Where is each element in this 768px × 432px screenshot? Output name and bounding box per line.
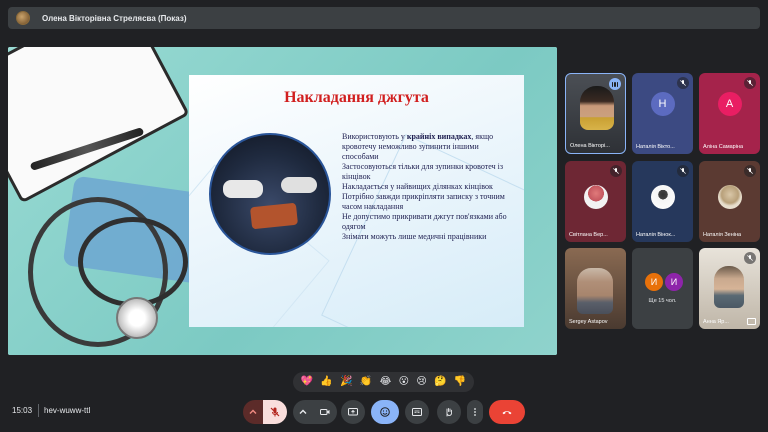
hand-icon: [446, 408, 452, 417]
speaking-indicator-icon: [609, 78, 621, 90]
reaction-thumbs-up[interactable]: 👍: [320, 377, 332, 387]
mic-off-icon: [744, 252, 756, 264]
photo-glove: [223, 180, 263, 198]
stethoscope-tube-2: [78, 217, 188, 307]
present-screen-icon: [348, 408, 358, 416]
reactions-button[interactable]: [371, 400, 399, 424]
leave-call-button[interactable]: [489, 400, 525, 424]
participant-avatar: [650, 184, 675, 209]
participant-video: [580, 86, 614, 130]
slide-body: Використовують у крайніх випадках, якщо …: [342, 132, 514, 242]
slide-photo: [209, 133, 331, 255]
presentation-slide: Накладання джгута Використовують у крайн…: [189, 75, 524, 327]
reaction-laugh[interactable]: 😂: [380, 377, 392, 387]
mic-toggle-button[interactable]: [263, 400, 287, 424]
more-vert-icon: [474, 408, 476, 416]
reaction-thinking[interactable]: 🤔: [434, 377, 446, 387]
meeting-time: 15:03: [12, 406, 33, 415]
more-participants-label: Ще 15 чол.: [648, 298, 677, 304]
participant-video: [714, 266, 744, 308]
pip-icon[interactable]: [747, 318, 756, 325]
participant-name: Аліна Самаріна: [703, 144, 744, 150]
present-button[interactable]: [341, 400, 365, 424]
participant-avatar: И: [665, 273, 683, 291]
participant-tile[interactable]: Олена Вікторі...: [565, 73, 626, 154]
participant-name: Наталія Зеніна: [703, 232, 742, 238]
participant-avatar: A: [717, 91, 742, 116]
phone-hangup-icon: [502, 411, 512, 415]
participant-tile[interactable]: Анна Яр...: [699, 248, 760, 329]
participant-avatar: [717, 184, 742, 209]
slide-title: Накладання джгута: [284, 89, 429, 106]
participant-tile[interactable]: Наталія Зеніна: [699, 161, 760, 242]
participant-tile[interactable]: H Наталія Вікто...: [632, 73, 693, 154]
camera-icon: [320, 409, 330, 415]
participant-tile[interactable]: Світлана Вер...: [565, 161, 626, 242]
mic-off-icon: [677, 77, 689, 89]
mic-off-icon: [610, 165, 622, 177]
participant-avatar: H: [650, 91, 675, 116]
reaction-surprised[interactable]: 😮: [399, 377, 409, 387]
participant-avatar: [583, 184, 608, 209]
reaction-party[interactable]: 🎉: [340, 377, 352, 387]
participant-avatar: И: [645, 273, 663, 291]
participant-tile[interactable]: A Аліна Самаріна: [699, 73, 760, 154]
slide-line: Знімати можуть лише медичні працівники: [342, 232, 487, 241]
participant-name: Олена Вікторі...: [570, 143, 610, 149]
photo-tourniquet: [249, 202, 299, 230]
shared-screen[interactable]: Накладання джгута Використовують у крайн…: [8, 47, 557, 355]
participant-name: Sergey Astapov: [569, 319, 608, 325]
slide-line: Застосовуються тільки для зупинки кровот…: [342, 162, 504, 181]
participant-name: Анна Яр...: [703, 319, 729, 325]
more-options-button[interactable]: [467, 400, 483, 424]
chevron-up-icon: [299, 409, 307, 414]
footer-divider: [38, 404, 39, 417]
captions-button[interactable]: [405, 400, 429, 424]
reactions-bar: 💖 👍 🎉 👏 😂 😮 😢 🤔 👎: [293, 372, 474, 392]
presenter-bar: Олена Вікторівна Стрелясва (Показ): [8, 7, 760, 29]
mic-off-icon: [744, 77, 756, 89]
reaction-thumbs-down[interactable]: 👎: [454, 377, 466, 387]
video-options-button[interactable]: [293, 400, 313, 424]
more-participants-tile[interactable]: И И Ще 15 чол.: [632, 248, 693, 329]
presenter-name: Олена Вікторівна Стрелясва (Показ): [42, 13, 187, 23]
reaction-sad[interactable]: 😢: [416, 377, 426, 387]
chevron-up-icon: [249, 409, 257, 414]
emoji-icon: [380, 407, 390, 417]
participant-tile[interactable]: Наталія Вінок...: [632, 161, 693, 242]
participant-name: Наталія Вінок...: [636, 232, 676, 238]
presenter-avatar: [16, 11, 30, 25]
reaction-heart[interactable]: 💖: [301, 377, 313, 387]
slide-line: Потрібно завжди прикріпляти записку з то…: [342, 192, 505, 211]
stethoscope-head: [116, 297, 158, 339]
reaction-clap[interactable]: 👏: [360, 377, 372, 387]
participant-video: [577, 268, 613, 314]
mic-off-icon: [677, 165, 689, 177]
more-avatars: И И: [645, 273, 683, 291]
participant-name: Наталія Вікто...: [636, 144, 675, 150]
camera-toggle-button[interactable]: [313, 400, 337, 424]
meeting-code: hev-wuww-ttl: [44, 406, 91, 415]
slide-line: Накладається у найвищих ділянках кінціво…: [342, 182, 493, 191]
captions-icon: [412, 408, 422, 416]
mic-off-icon: [270, 407, 280, 417]
participant-name: Світлана Вер...: [569, 232, 608, 238]
audio-options-button[interactable]: [243, 400, 263, 424]
mic-off-icon: [744, 165, 756, 177]
slide-line: Не допустимо прикривати джгут пов'язками…: [342, 212, 507, 231]
meet-window: Олена Вікторівна Стрелясва (Показ) Накла…: [0, 0, 768, 432]
photo-glove-2: [281, 177, 317, 193]
slide-line: Використовують у крайніх випадках, якщо …: [342, 132, 494, 161]
participant-tile[interactable]: Sergey Astapov: [565, 248, 626, 329]
raise-hand-button[interactable]: [437, 400, 461, 424]
